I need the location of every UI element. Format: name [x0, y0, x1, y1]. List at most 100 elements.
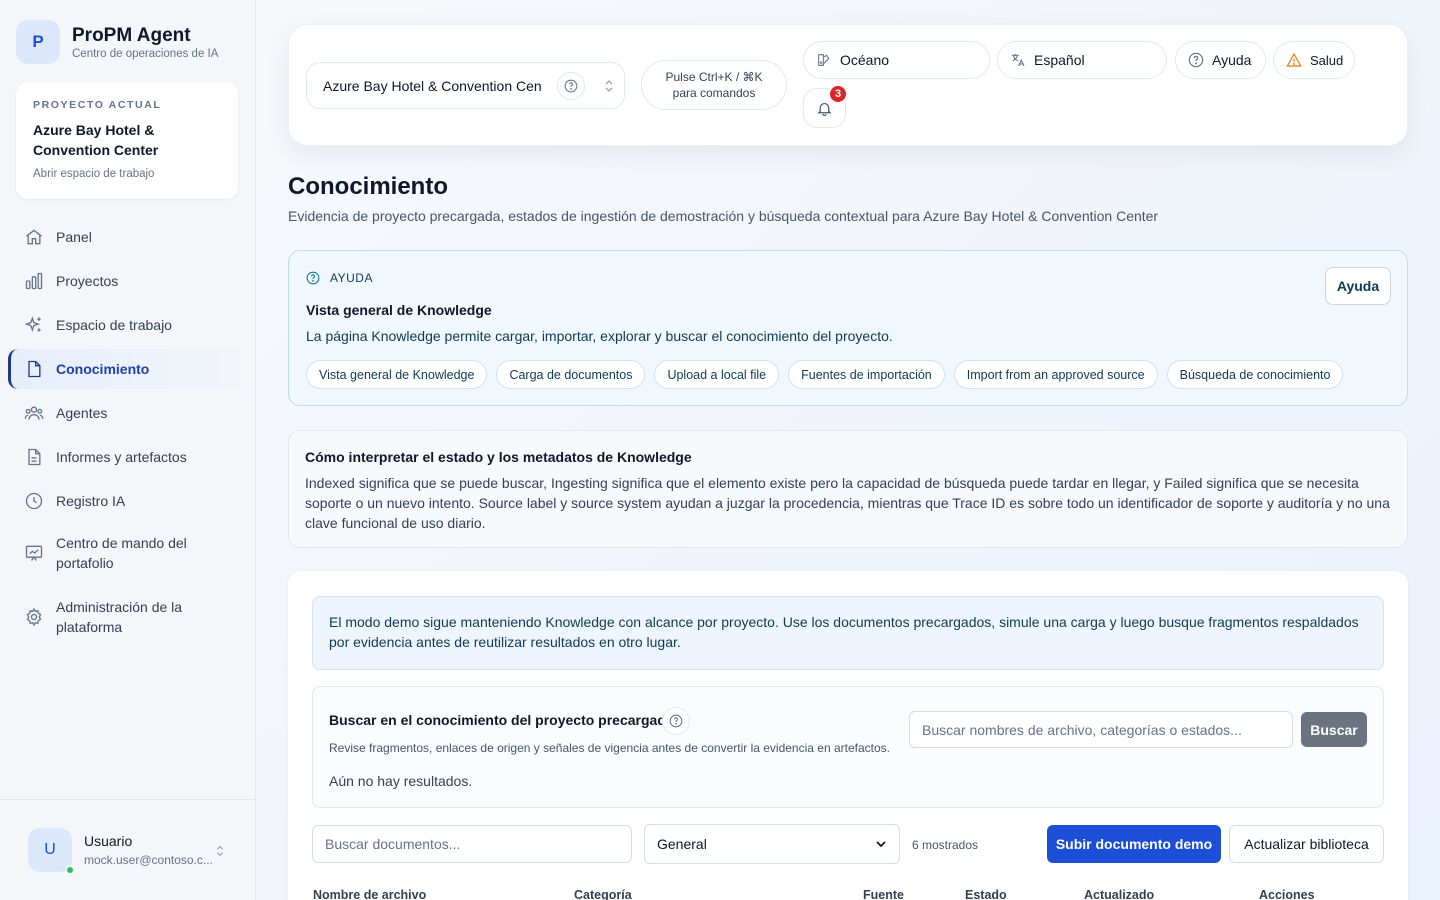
- demo-mode-note: El modo demo sigue manteniendo Knowledge…: [312, 596, 1384, 670]
- document-icon: [28, 360, 41, 378]
- avatar: U: [28, 828, 75, 875]
- help-panel-button[interactable]: Ayuda: [1325, 267, 1391, 305]
- health-button[interactable]: Salud: [1273, 41, 1355, 79]
- current-project-card[interactable]: PROYECTO ACTUAL Azure Bay Hotel & Conven…: [16, 82, 238, 199]
- knowledge-search-help-button[interactable]: [662, 707, 690, 735]
- current-project-kicker: PROYECTO ACTUAL: [33, 99, 162, 111]
- knowledge-search-button[interactable]: Buscar: [1301, 712, 1367, 747]
- brand[interactable]: P ProPM Agent Centro de operaciones de I…: [16, 20, 218, 64]
- column-header-actions: Acciones: [1259, 888, 1315, 900]
- sidebar-item-label: Espacio de trabajo: [56, 317, 172, 333]
- sidebar-item-ai-log[interactable]: Registro IA: [8, 481, 248, 521]
- help-chip[interactable]: Upload a local file: [654, 360, 780, 389]
- brand-title: ProPM Agent: [72, 24, 191, 46]
- help-button[interactable]: Ayuda: [1175, 41, 1266, 79]
- users-icon: [24, 406, 44, 420]
- theme-selector[interactable]: Océano: [803, 41, 990, 79]
- help-chip[interactable]: Carga de documentos: [496, 360, 646, 389]
- documents-count: 6 mostrados: [912, 838, 979, 852]
- theme-label: Océano: [840, 52, 890, 68]
- column-header-updated[interactable]: Actualizado: [1084, 888, 1154, 900]
- user-name: Usuario: [84, 833, 133, 849]
- notifications-badge: 3: [828, 84, 848, 104]
- column-header-filename[interactable]: Nombre de archivo: [313, 888, 426, 900]
- help-chip[interactable]: Fuentes de importación: [788, 360, 945, 389]
- notifications-button[interactable]: 3: [803, 84, 848, 128]
- category-select-value: General: [657, 836, 707, 852]
- sidebar-item-label: Agentes: [56, 405, 108, 421]
- avatar-initial: U: [44, 841, 56, 858]
- column-header-status[interactable]: Estado: [965, 888, 1007, 900]
- help-label: Ayuda: [1212, 52, 1252, 68]
- clock-icon: [25, 492, 43, 510]
- column-header-source[interactable]: Fuente: [863, 888, 904, 900]
- home-icon: [26, 229, 42, 245]
- upload-demo-document-button[interactable]: Subir documento demo: [1047, 825, 1221, 863]
- document-search-input[interactable]: [312, 825, 632, 863]
- sidebar-item-projects[interactable]: Proyectos: [8, 261, 248, 301]
- sidebar-item-panel[interactable]: Panel: [8, 217, 248, 257]
- project-selector-value: Azure Bay Hotel & Convention Cen: [323, 77, 542, 94]
- question-circle-icon: [1188, 52, 1204, 68]
- top-bar: Azure Bay Hotel & Convention Cen Pulse C…: [288, 24, 1408, 146]
- help-panel: AYUDA Vista general de Knowledge La pági…: [288, 250, 1408, 406]
- knowledge-library-card: El modo demo sigue manteniendo Knowledge…: [288, 571, 1408, 900]
- bell-icon: [817, 102, 832, 116]
- knowledge-search-input[interactable]: [909, 711, 1293, 748]
- warning-triangle-icon: [1286, 52, 1302, 67]
- file-text-icon: [28, 448, 41, 466]
- bar-chart-icon: [25, 272, 43, 290]
- help-kicker: AYUDA: [306, 271, 373, 285]
- command-palette-hint[interactable]: Pulse Ctrl+K / ⌘K para comandos: [641, 60, 787, 110]
- sidebar-item-label: Registro IA: [56, 493, 126, 509]
- brand-subtitle: Centro de operaciones de IA: [72, 47, 219, 60]
- brand-logo: P: [16, 20, 60, 64]
- language-label: Español: [1034, 52, 1085, 68]
- question-circle-icon: [564, 79, 578, 93]
- sidebar-item-label: Panel: [56, 229, 92, 245]
- sidebar-item-admin[interactable]: Administración de la plataforma: [8, 589, 248, 645]
- category-select[interactable]: General: [644, 824, 900, 864]
- translate-icon: [1012, 54, 1025, 67]
- sidebar-item-reports[interactable]: Informes y artefactos: [8, 437, 248, 477]
- current-project-name: Azure Bay Hotel & Convention Center: [33, 122, 159, 158]
- sidebar: P ProPM Agent Centro de operaciones de I…: [0, 0, 256, 900]
- help-chip[interactable]: Búsqueda de conocimiento: [1166, 360, 1344, 389]
- project-help-button[interactable]: [557, 72, 585, 100]
- palette-icon: [818, 54, 830, 66]
- question-circle-icon: [669, 714, 683, 728]
- open-workspace-link[interactable]: Abrir espacio de trabajo: [33, 168, 221, 180]
- sidebar-item-label: Centro de mando del portafolio: [56, 535, 187, 571]
- sidebar-item-workspace[interactable]: Espacio de trabajo: [8, 305, 248, 345]
- health-label: Salud: [1310, 52, 1344, 68]
- user-menu[interactable]: U Usuario mock.user@contoso.c...: [0, 799, 256, 900]
- chevron-up-down-icon: [605, 80, 613, 92]
- help-panel-description: La página Knowledge permite cargar, impo…: [306, 328, 893, 344]
- sidebar-item-label: Conocimiento: [56, 361, 150, 377]
- page-title: Conocimiento: [288, 173, 448, 200]
- help-chip[interactable]: Import from an approved source: [953, 360, 1158, 389]
- interpretation-body: Indexed significa que se puede buscar, I…: [305, 475, 1390, 531]
- sidebar-item-label: Administración de la plataforma: [56, 599, 183, 635]
- help-kicker-label: AYUDA: [330, 271, 373, 285]
- sidebar-item-label: Informes y artefactos: [56, 449, 187, 465]
- sidebar-item-agents[interactable]: Agentes: [8, 393, 248, 433]
- sidebar-item-knowledge[interactable]: Conocimiento: [8, 349, 248, 389]
- knowledge-search-empty: Aún no hay resultados.: [329, 773, 473, 789]
- help-topic-chips: Vista general de Knowledge Carga de docu…: [306, 360, 1352, 389]
- column-header-category[interactable]: Categoría: [574, 888, 632, 900]
- refresh-library-button[interactable]: Actualizar biblioteca: [1229, 825, 1384, 863]
- knowledge-search-description: Revise fragmentos, enlaces de origen y s…: [329, 741, 890, 755]
- sidebar-nav: Panel Proyectos Espacio de trabajo Conoc…: [8, 217, 248, 653]
- project-selector[interactable]: Azure Bay Hotel & Convention Cen: [306, 62, 625, 109]
- knowledge-search-title: Buscar en el conocimiento del proyecto p…: [329, 712, 675, 728]
- language-selector[interactable]: Español: [997, 41, 1167, 79]
- sidebar-item-label: Proyectos: [56, 273, 119, 289]
- sidebar-item-portfolio[interactable]: Centro de mando del portafolio: [8, 525, 248, 581]
- help-chip[interactable]: Vista general de Knowledge: [306, 360, 488, 389]
- online-status-dot: [65, 865, 75, 875]
- knowledge-search-panel: Buscar en el conocimiento del proyecto p…: [312, 686, 1384, 808]
- presentation-chart-icon: [25, 545, 43, 561]
- chevron-up-down-icon[interactable]: [214, 844, 226, 858]
- page-subtitle: Evidencia de proyecto precargada, estado…: [288, 208, 1159, 224]
